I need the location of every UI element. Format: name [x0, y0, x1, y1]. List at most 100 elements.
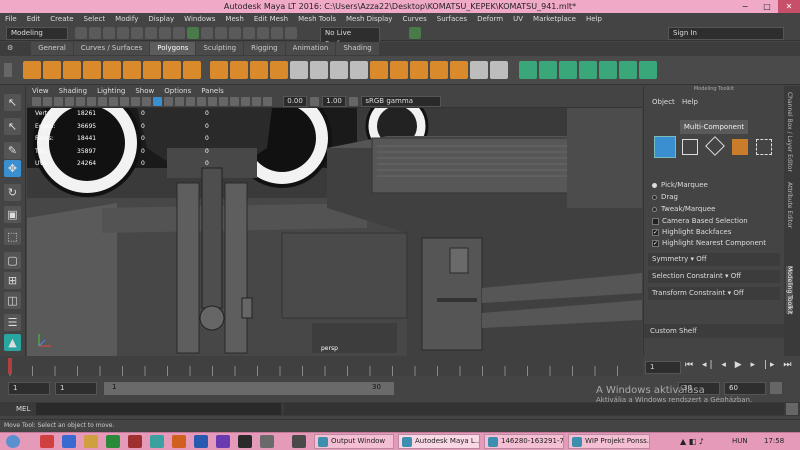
default-material-icon[interactable] [175, 97, 184, 106]
select-object-icon[interactable] [159, 27, 171, 39]
color-management-icon[interactable] [349, 97, 359, 106]
textured-icon[interactable] [197, 97, 206, 106]
outliner-view-icon[interactable]: ☰ [4, 314, 21, 331]
mirror-icon[interactable] [290, 61, 309, 79]
app-icon-7[interactable] [260, 435, 274, 448]
ie-icon[interactable] [62, 435, 76, 448]
viewport-menu-lighting[interactable]: Lighting [92, 86, 130, 96]
symmetry-row[interactable]: Symmetry ▾ Off [648, 253, 780, 266]
menu-file[interactable]: File [0, 13, 22, 25]
object-mode-icon[interactable] [654, 136, 676, 158]
menu-edit-mesh[interactable]: Edit Mesh [249, 13, 293, 25]
poly-torus-icon[interactable] [123, 61, 141, 79]
smooth-icon[interactable] [250, 61, 269, 79]
insert-edge-loop-icon[interactable] [470, 61, 489, 79]
two-view-icon[interactable]: ◫ [4, 292, 21, 309]
append-icon[interactable] [430, 61, 449, 79]
scale-tool-icon[interactable]: ▣ [4, 206, 21, 223]
shelf-tab-polygons[interactable]: Polygons [150, 42, 196, 55]
poly-cylinder-icon[interactable] [63, 61, 81, 79]
menu-display[interactable]: Display [143, 13, 179, 25]
highlight-nearest-checkbox[interactable]: ✓ Highlight Nearest Component [652, 239, 766, 247]
menu-create[interactable]: Create [45, 13, 78, 25]
poly-disk-icon[interactable] [143, 61, 161, 79]
snap-grid-icon[interactable] [187, 27, 199, 39]
face-mode-icon[interactable] [732, 139, 748, 155]
rotate-tool-icon[interactable]: ↻ [4, 184, 21, 201]
use-all-lights-icon[interactable] [208, 97, 217, 106]
maya-logo-icon[interactable]: ▲ [4, 334, 21, 351]
combine-icon[interactable] [210, 61, 229, 79]
auto-map-icon[interactable] [599, 61, 618, 79]
task-output-window[interactable]: Output Window [314, 434, 394, 449]
four-view-icon[interactable]: ⊞ [4, 272, 21, 289]
grid-toggle-icon[interactable] [76, 97, 85, 106]
smooth-shade-icon[interactable] [164, 97, 173, 106]
menu-modify[interactable]: Modify [110, 13, 143, 25]
redo-icon[interactable] [131, 27, 143, 39]
menu-mesh-display[interactable]: Mesh Display [341, 13, 397, 25]
gate-mask-icon[interactable] [109, 97, 118, 106]
shelf-tab-rigging[interactable]: Rigging [244, 42, 285, 55]
camera-attr-icon[interactable] [43, 97, 52, 106]
poly-sphere-icon[interactable] [23, 61, 41, 79]
uv-mode-icon[interactable] [756, 139, 772, 155]
uv-editor-icon[interactable] [519, 61, 538, 79]
menu-deform[interactable]: Deform [472, 13, 508, 25]
task-maya[interactable]: Autodesk Maya L... [398, 434, 480, 449]
target-weld-icon[interactable] [330, 61, 349, 79]
unfold-icon[interactable] [639, 61, 658, 79]
channel-box-tab[interactable]: Channel Box / Layer Editor [786, 92, 793, 172]
save-scene-icon[interactable] [103, 27, 115, 39]
camera-based-selection-checkbox[interactable]: Camera Based Selection [652, 217, 748, 225]
viewport-menu-view[interactable]: View [27, 86, 54, 96]
multi-cut-icon[interactable] [310, 61, 329, 79]
select-tool-icon[interactable]: ↖ [4, 94, 21, 111]
shadows-icon[interactable] [219, 97, 228, 106]
custom-shelf-header[interactable]: Custom Shelf [644, 324, 784, 338]
open-scene-icon[interactable] [89, 27, 101, 39]
poly-cone-icon[interactable] [83, 61, 101, 79]
lasso-tool-icon[interactable]: ↖ [4, 118, 21, 135]
snap-point-icon[interactable] [215, 27, 227, 39]
app-icon-5[interactable] [216, 435, 230, 448]
image-plane-icon[interactable] [65, 97, 74, 106]
shelf-gear-icon[interactable]: ⚙ [0, 42, 28, 55]
gamma-icon[interactable] [310, 97, 320, 106]
start-button-icon[interactable] [6, 435, 20, 448]
wireframe-on-shaded-icon[interactable] [186, 97, 195, 106]
snap-surface-icon[interactable] [243, 27, 255, 39]
playback-start-field[interactable]: 1 [55, 382, 97, 395]
script-editor-icon[interactable] [786, 403, 798, 415]
multi-component-button[interactable]: Multi-Component [680, 120, 748, 134]
viewport-menu-options[interactable]: Options [159, 86, 196, 96]
offset-edge-loop-icon[interactable] [490, 61, 509, 79]
time-slider[interactable] [0, 356, 643, 376]
tweak-marquee-option[interactable]: Tweak/Marquee [652, 205, 715, 213]
app-icon-4[interactable] [194, 435, 208, 448]
bevel-icon[interactable] [390, 61, 409, 79]
paint-select-tool-icon[interactable]: ✎ [4, 142, 21, 159]
last-tool-icon[interactable]: ⬚ [4, 228, 21, 245]
select-hierarchy-icon[interactable] [145, 27, 157, 39]
snap-view-icon[interactable] [229, 27, 241, 39]
field-chart-icon[interactable] [120, 97, 129, 106]
bridge-icon[interactable] [410, 61, 429, 79]
shelf-tab-general[interactable]: General [31, 42, 73, 55]
menu-mesh-tools[interactable]: Mesh Tools [293, 13, 341, 25]
excel-icon[interactable] [106, 435, 120, 448]
app-icon-3[interactable] [172, 435, 186, 448]
poly-cube-icon[interactable] [43, 61, 61, 79]
task-wip-projekt[interactable]: WIP Projekt Ponss... [568, 434, 650, 449]
checker-icon[interactable] [619, 61, 638, 79]
menu-select[interactable]: Select [79, 13, 111, 25]
menu-marketplace[interactable]: Marketplace [528, 13, 581, 25]
menu-edit[interactable]: Edit [22, 13, 46, 25]
maximize-button[interactable]: □ [756, 0, 778, 13]
shelf-tab-curves-surfaces[interactable]: Curves / Surfaces [73, 42, 150, 55]
xray-icon[interactable] [230, 97, 239, 106]
current-frame-field[interactable]: 1 [645, 361, 681, 374]
vertex-mode-icon[interactable] [682, 139, 698, 155]
close-button[interactable]: ✕ [778, 0, 800, 13]
minimize-button[interactable]: − [734, 0, 756, 13]
